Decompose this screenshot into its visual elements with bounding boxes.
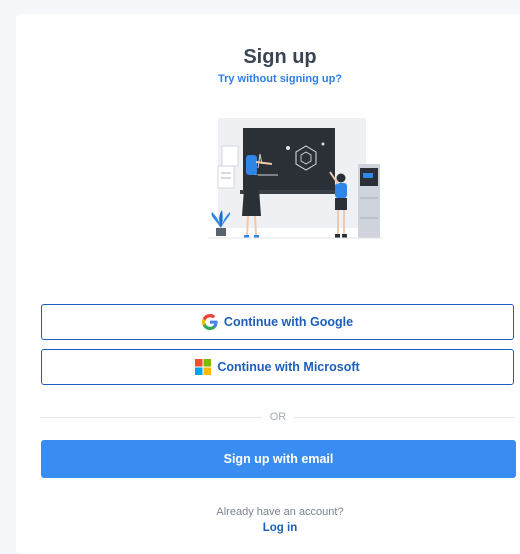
google-button-label: Continue with Google (223, 315, 354, 329)
google-g-icon (201, 314, 218, 330)
continue-with-microsoft-button[interactable]: Continue with Microsoft (41, 349, 514, 385)
divider-text: OR (269, 411, 287, 423)
divider-line-right (294, 416, 515, 418)
divider-line-left (41, 416, 262, 418)
or-divider: OR (41, 410, 515, 424)
microsoft-logo-icon (195, 359, 212, 375)
classroom-illustration (188, 118, 388, 246)
try-without-signup-link[interactable]: Try without signing up? (16, 73, 520, 85)
signup-card: Sign up Try without signing up? Continue… (16, 14, 520, 554)
page-title: Sign up (243, 46, 317, 68)
microsoft-button-label: Continue with Microsoft (217, 360, 360, 374)
log-in-link[interactable]: Log in (16, 522, 520, 534)
continue-with-google-button[interactable]: Continue with Google (41, 304, 514, 340)
sign-up-with-email-button[interactable]: Sign up with email (41, 440, 516, 478)
already-have-account-text: Already have an account? (216, 506, 344, 518)
